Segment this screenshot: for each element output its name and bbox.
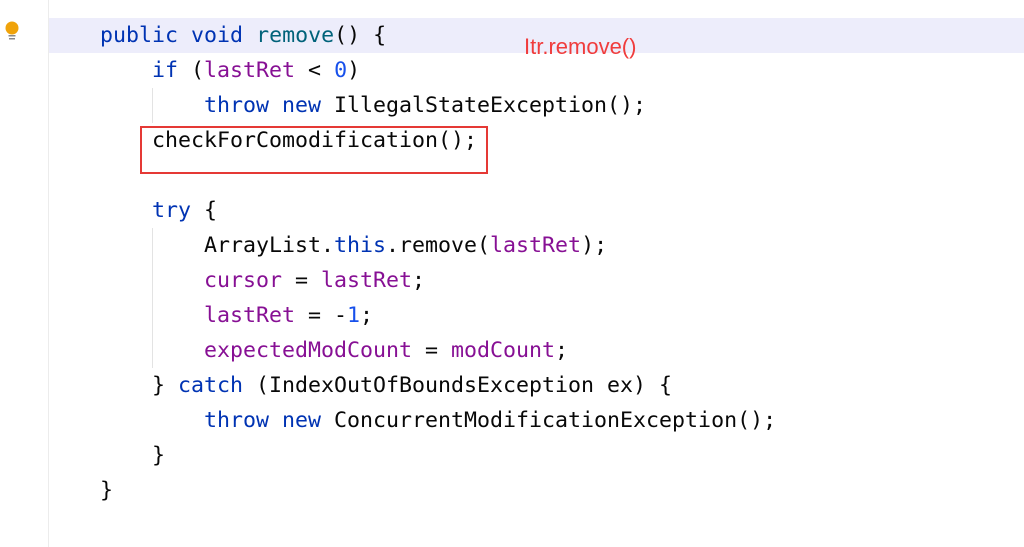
code-token: throw — [204, 408, 270, 433]
code-line: expectedModCount = modCount; — [48, 333, 776, 368]
code-token: ( — [178, 58, 205, 83]
code-line: throw new IllegalStateException(); — [48, 88, 776, 123]
code-token: } — [152, 443, 166, 468]
code-token: lastRet — [204, 58, 296, 83]
code-token: 0 — [334, 58, 348, 83]
code-token: (IndexOutOfBoundsException ex) { — [243, 373, 673, 398]
code-line: try { — [48, 193, 776, 228]
code-token: ) — [347, 58, 361, 83]
code-token: ; — [555, 338, 569, 363]
annotation-label: Itr.remove() — [524, 34, 637, 59]
code-token: expectedModCount — [204, 338, 413, 363]
code-token: = - — [295, 303, 348, 328]
code-token: () { — [334, 23, 387, 48]
code-token: 1 — [347, 303, 361, 328]
code-token: } — [152, 373, 179, 398]
code-token: { — [191, 198, 218, 223]
code-token: lastRet — [204, 303, 296, 328]
code-line: throw new ConcurrentModificationExceptio… — [48, 403, 776, 438]
code-token: IllegalStateException(); — [321, 93, 647, 118]
code-token: lastRet — [490, 233, 582, 258]
code-token: .remove( — [386, 233, 491, 258]
highlight-box — [140, 126, 488, 174]
code-line: } — [48, 473, 776, 508]
code-token: catch — [178, 373, 244, 398]
code-token: = — [412, 338, 452, 363]
code-token: ConcurrentModificationException(); — [321, 408, 777, 433]
code-line: ArrayList.this.remove(lastRet); — [48, 228, 776, 263]
code-token: } — [100, 478, 114, 503]
code-token: = — [282, 268, 322, 293]
code-line: public void remove() { — [48, 18, 776, 53]
code-token: < — [295, 58, 335, 83]
lightbulb-icon[interactable] — [5, 21, 19, 41]
code-line: cursor = lastRet; — [48, 263, 776, 298]
code-line: } catch (IndexOutOfBoundsException ex) { — [48, 368, 776, 403]
code-token: new — [282, 93, 322, 118]
code-token: cursor — [204, 268, 283, 293]
code-token: public — [100, 23, 179, 48]
code-token: ArrayList. — [204, 233, 335, 258]
code-token: new — [282, 408, 322, 433]
code-token: ; — [412, 268, 426, 293]
code-line: lastRet = -1; — [48, 298, 776, 333]
code-editor[interactable]: public void remove() {if (lastRet < 0) th… — [48, 18, 776, 508]
code-token: try — [152, 198, 192, 223]
code-token: void — [191, 23, 244, 48]
code-token: throw — [204, 93, 270, 118]
code-token: modCount — [451, 338, 556, 363]
code-line: if (lastRet < 0) — [48, 53, 776, 88]
code-token: remove — [256, 23, 335, 48]
code-line: } — [48, 438, 776, 473]
code-token: if — [152, 58, 179, 83]
code-token: this — [334, 233, 387, 258]
code-token: ); — [581, 233, 608, 258]
code-token: ; — [360, 303, 374, 328]
code-token: lastRet — [321, 268, 413, 293]
